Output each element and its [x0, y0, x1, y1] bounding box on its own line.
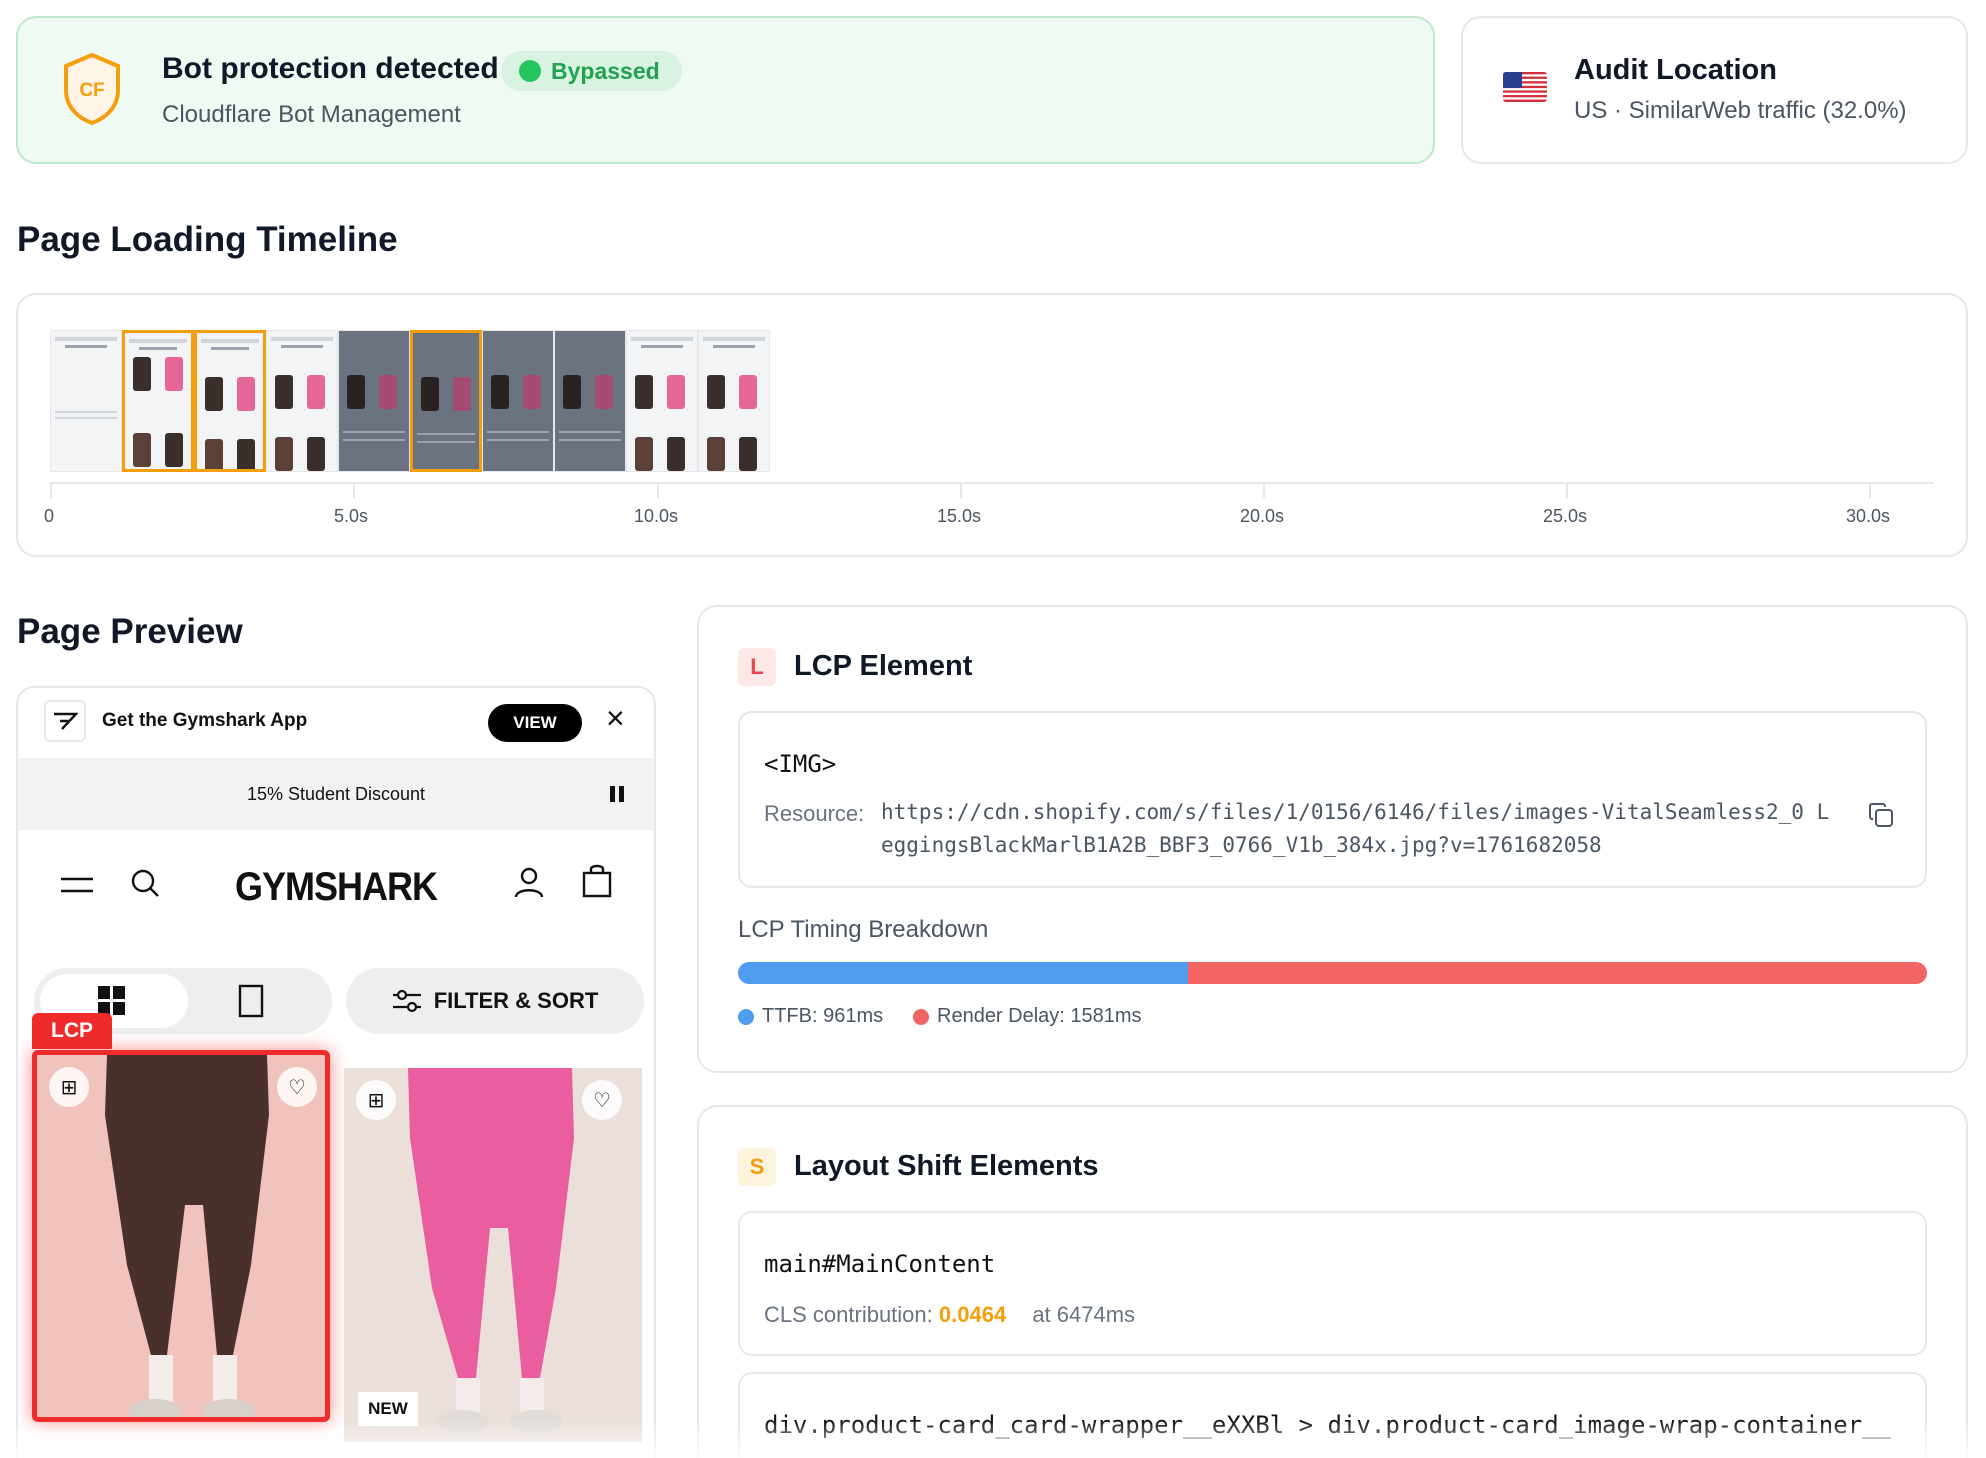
timeline-tick-label: 0 — [44, 506, 55, 526]
view-app-button[interactable]: VIEW — [488, 704, 582, 742]
timeline-tick — [353, 484, 355, 498]
lcp-badge: L — [738, 648, 776, 686]
timeline-tick-label: 20.0s — [1240, 506, 1285, 526]
brand-logo[interactable]: GYMSHARK — [18, 864, 654, 910]
timeline-tick — [960, 484, 962, 498]
status-dot-icon — [519, 60, 541, 82]
lcp-timing-title: LCP Timing Breakdown — [738, 916, 989, 943]
render-delay-legend: Render Delay: 1581ms — [913, 1005, 1142, 1028]
bot-provider-text: Cloudflare Bot Management — [162, 101, 461, 128]
app-banner: Get the Gymshark App VIEW × — [18, 688, 654, 758]
filmstrip — [50, 330, 770, 472]
filter-sort-button[interactable]: FILTER & SORT — [346, 968, 644, 1034]
filmstrip-frame[interactable] — [338, 330, 410, 472]
render-dot-icon — [913, 1008, 929, 1025]
timeline-tick-label: 30.0s — [1846, 506, 1891, 526]
timeline-tick-label: 10.0s — [634, 506, 679, 526]
svg-text:CF: CF — [79, 80, 104, 101]
filmstrip-frame[interactable] — [266, 330, 338, 472]
page-preview-card: Get the Gymshark App VIEW × 15% Student … — [16, 686, 656, 1458]
leggings-brown-image — [105, 1055, 269, 1417]
lcp-tag: LCP — [32, 1013, 112, 1049]
resource-label: Resource: — [764, 801, 865, 826]
layout-shift-title: Layout Shift Elements — [794, 1150, 1099, 1182]
filmstrip-frame[interactable] — [50, 330, 122, 472]
filmstrip-frame[interactable] — [482, 330, 554, 472]
add-to-bag-icon[interactable]: ⊞ — [356, 1080, 396, 1120]
site-nav: GYMSHARK — [18, 830, 654, 940]
account-icon[interactable] — [514, 866, 544, 898]
timeline-tick — [657, 484, 659, 498]
product-card[interactable]: ⊞ ♡ NEW — [344, 1068, 642, 1442]
preview-section-title: Page Preview — [17, 612, 243, 651]
filmstrip-frame[interactable] — [410, 330, 482, 472]
timeline-tick-label: 15.0s — [937, 506, 982, 526]
layout-shift-item — [738, 1211, 1927, 1356]
filter-icon — [392, 989, 421, 1013]
ttfb-dot-icon — [738, 1008, 754, 1025]
filmstrip-frame[interactable] — [626, 330, 698, 472]
cls-value: 0.0464 — [938, 1302, 1007, 1327]
lcp-card-title: LCP Element — [794, 650, 973, 682]
layout-shift-badge: S — [738, 1148, 776, 1186]
layout-shift-selector: main#MainContent — [764, 1250, 996, 1278]
filmstrip-frame[interactable] — [554, 330, 626, 472]
promo-bar: 15% Student Discount — [18, 758, 654, 830]
us-flag-icon — [1503, 72, 1547, 102]
app-banner-text: Get the Gymshark App — [102, 710, 308, 731]
bot-protection-card — [16, 16, 1435, 164]
audit-location-subtitle: US · SimilarWeb traffic (32.0%) — [1574, 97, 1907, 124]
filmstrip-frame[interactable] — [122, 330, 194, 472]
filmstrip-frame[interactable] — [194, 330, 266, 472]
pause-icon[interactable] — [610, 786, 624, 802]
lcp-timing-bar — [738, 962, 1927, 984]
timeline-tick — [1263, 484, 1265, 498]
ttfb-legend: TTFB: 961ms — [738, 1005, 883, 1028]
copy-icon[interactable] — [1868, 802, 1894, 828]
timeline-axis — [50, 482, 1934, 484]
grid-icon[interactable] — [98, 986, 126, 1016]
cls-contribution: CLS contribution: 0.0464 at 6474ms — [764, 1302, 1136, 1327]
timeline-tick — [1869, 484, 1871, 498]
product-card-lcp[interactable]: ⊞ ♡ — [32, 1050, 330, 1422]
render-delay-segment — [1187, 962, 1927, 984]
bypassed-status-badge: Bypassed — [501, 51, 682, 91]
single-view-icon[interactable] — [238, 984, 264, 1018]
bot-protection-title: Bot protection detected — [162, 52, 499, 85]
bag-icon[interactable] — [582, 864, 612, 898]
close-icon[interactable]: × — [606, 702, 625, 734]
timeline-tick — [1566, 484, 1568, 498]
ttfb-segment — [738, 962, 1188, 984]
bottom-fade — [0, 1420, 1986, 1458]
timeline-section-title: Page Loading Timeline — [17, 220, 398, 259]
promo-text: 15% Student Discount — [246, 784, 426, 804]
leggings-pink-image — [408, 1068, 574, 1434]
gymshark-app-logo-icon — [44, 700, 86, 742]
resource-url[interactable]: https://cdn.shopify.com/s/files/1/0156/6… — [881, 796, 1841, 862]
filmstrip-frame[interactable] — [698, 330, 770, 472]
lcp-element-tag: <IMG> — [764, 750, 837, 778]
add-to-bag-icon[interactable]: ⊞ — [49, 1067, 89, 1107]
timeline-tick-label: 5.0s — [334, 506, 369, 526]
wishlist-heart-icon[interactable]: ♡ — [582, 1080, 622, 1120]
cloudflare-shield-icon: CF — [64, 52, 120, 126]
timeline-tick — [50, 484, 52, 498]
timeline-tick-label: 25.0s — [1543, 506, 1588, 526]
wishlist-heart-icon[interactable]: ♡ — [277, 1067, 317, 1107]
audit-location-title: Audit Location — [1574, 54, 1777, 86]
